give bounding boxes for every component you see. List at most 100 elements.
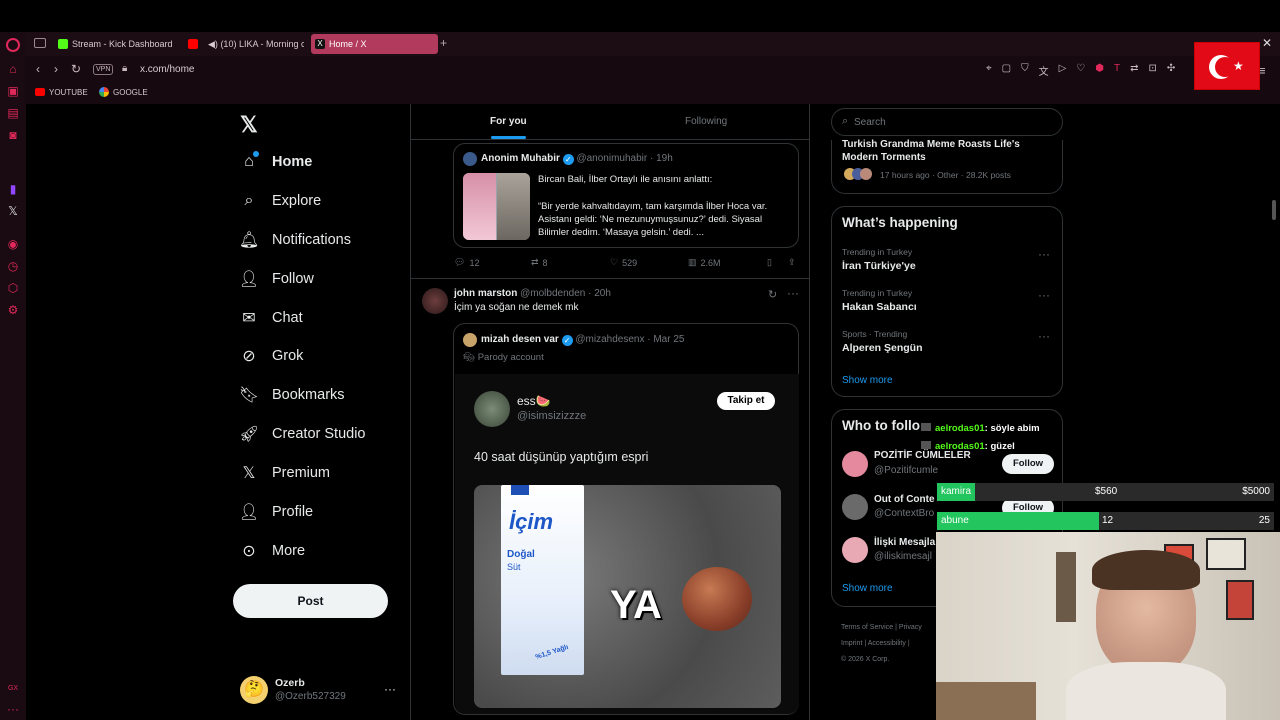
nav-more[interactable]: ⊙ More [238,536,305,566]
avatar[interactable]: 🤔 [240,676,268,704]
nav-bookmarks[interactable]: 🔖︎ Bookmarks [238,380,345,410]
x-sidebar-icon[interactable]: 𝕏 [6,204,20,218]
trend-more-icon[interactable]: ··· [1038,288,1050,302]
back-icon[interactable]: ‹ [36,62,40,76]
forward-icon[interactable]: › [54,62,58,76]
search-box[interactable]: ⌕ Search [831,108,1063,136]
nav-notifications[interactable]: 🔔︎ Notifications [238,225,351,255]
extension-game-icon[interactable]: ⊡ [1149,63,1157,78]
play-icon[interactable]: ▷ [1059,63,1067,78]
suggestion-name[interactable]: Out of Conte [874,494,935,505]
bookmark-youtube[interactable]: YOUTUBE [49,88,88,97]
account-more-icon[interactable]: ··· [384,682,396,696]
settings-icon[interactable]: ⚙ [6,303,20,317]
extensions-icon[interactable]: ⬡ [6,281,20,295]
nav-creator-studio[interactable]: 🚀︎ Creator Studio [238,419,366,449]
suggestion-handle[interactable]: @Pozitifcumle [874,465,938,476]
tab-for-you[interactable]: For you [490,116,527,127]
heart-icon[interactable]: ♡ [1076,63,1085,78]
grok-explain-icon[interactable]: ↻ [768,288,777,301]
trend-item[interactable]: Trending in Turkey İran Türkiye'ye [842,247,1054,272]
history-icon[interactable]: ◷ [6,259,20,273]
quoted-thumbnail[interactable] [463,173,530,240]
bookmark-post-button[interactable]: ▯ [767,257,772,268]
account-handle[interactable]: @Ozerb527329 [275,691,346,702]
extension-t-icon[interactable]: T [1114,63,1120,78]
vpn-badge[interactable]: VPN [93,64,114,75]
tab-following[interactable]: Following [685,116,727,127]
screenshot-icon[interactable]: ▢ [1002,63,1011,78]
post-more-icon[interactable]: ··· [787,286,799,300]
follow-button[interactable]: Follow [1002,454,1054,474]
nav-explore[interactable]: ⌕ Explore [238,186,322,216]
snapshot-icon[interactable]: ⌖ [986,63,992,78]
share-button[interactable]: ⇪ [788,257,796,268]
reload-icon[interactable]: ↻ [71,62,81,76]
translate-icon[interactable]: 文 [1039,63,1049,78]
post2-author-name[interactable]: john marston [454,288,517,299]
search-input[interactable]: Search [854,117,886,128]
sidebar-more-icon[interactable]: ··· [6,702,20,716]
post-button[interactable]: Post [233,584,388,618]
nav-home[interactable]: ⌂ Home [238,147,312,177]
shield-icon[interactable]: ⛉ [1021,63,1029,78]
wallet-icon[interactable]: ▤ [6,106,20,120]
suggestion-avatar[interactable] [842,494,868,520]
suggestion-name[interactable]: İlişki Mesajla [874,537,935,548]
tab-youtube[interactable]: ◀) (10) LIKA - Morning co [184,34,304,54]
pinboard-icon[interactable]: ⌂ [6,62,20,76]
bookmark-google[interactable]: GOOGLE [113,88,148,97]
address-bar-actions: ⌖ ▢ ⛉ 文 ▷ ♡ ⬢ T ⇄ ⊡ ✣ [986,63,1175,78]
account-name[interactable]: Ozerb [275,677,305,689]
extensions-puzzle-icon[interactable]: ✣ [1167,63,1175,78]
terms-link[interactable]: Terms of Service [841,624,893,631]
footer-links: Terms of Service | Privacy Imprint | Acc… [841,624,922,663]
post2-author-handle[interactable]: @molbdenden [520,288,585,299]
trend-item[interactable]: Trending in Turkey Hakan Sabancı [842,288,1054,313]
extension-translate-icon[interactable]: ⇄ [1130,63,1138,78]
imprint-link[interactable]: Imprint [841,640,862,647]
url-field[interactable]: x.com/home [140,64,194,75]
reply-button[interactable]: 💬︎ 12 [454,257,479,268]
suggestion-handle[interactable]: @iliskimesajl [874,551,932,562]
nav-premium[interactable]: 𝕏 Premium [238,458,330,488]
trend-more-icon[interactable]: ··· [1038,329,1050,343]
opera-logo-icon[interactable] [6,38,20,52]
twitch-icon[interactable]: ▮ [6,182,20,196]
nav-grok[interactable]: ⊘ Grok [238,341,303,371]
nav-profile[interactable]: 👤︎ Profile [238,497,313,527]
suggestion-avatar[interactable] [842,451,868,477]
repost-button[interactable]: ⇄ 8 [531,257,548,268]
post2-quote[interactable]: mizah desen var ✓ @mizahdesenx · Mar 25 … [453,323,799,715]
like-button[interactable]: ♡ 529 [610,257,637,268]
quoted-post[interactable]: Anonim Muhabir ✓ @anonimuhabir · 19h Bir… [453,143,799,248]
john-marston-avatar[interactable] [422,288,448,314]
bag-icon[interactable]: ▣ [6,84,20,98]
new-tab-icon[interactable]: + [440,36,447,50]
accessibility-link[interactable]: Accessibility [868,640,906,647]
show-more-link[interactable]: Show more [842,375,893,386]
post2-time[interactable]: · 20h [588,288,611,299]
nav-chat[interactable]: ✉ Chat [238,303,302,333]
nav-follow[interactable]: 👤︎ Follow [238,264,314,294]
tab-x-home[interactable]: X Home / X [311,34,438,54]
tab-kick[interactable]: Stream - Kick Dashboard [54,34,178,54]
views-button[interactable]: ▥ 2.6M [688,257,721,268]
tab-islands-icon[interactable] [34,38,46,48]
privacy-link[interactable]: Privacy [899,624,922,631]
page-scrollbar[interactable] [1272,200,1276,220]
gx-icon[interactable]: GX [6,682,20,696]
suggestion-avatar[interactable] [842,537,868,563]
window-close-icon[interactable]: ✕ [1262,36,1272,50]
top-story-card[interactable]: Turkish Grandma Meme Roasts Life's Moder… [831,138,1063,194]
player-icon[interactable]: ◉ [6,237,20,251]
trend-more-icon[interactable]: ··· [1038,247,1050,261]
adblock-icon[interactable]: ⬢ [1095,63,1104,78]
suggestion-handle[interactable]: @ContextBro [874,508,934,519]
poster-frame [1226,580,1254,620]
messenger-icon[interactable]: ◙ [6,128,20,142]
top-story-title[interactable]: Turkish Grandma Meme Roasts Life's Moder… [842,138,1052,164]
x-logo-icon[interactable]: 𝕏 [240,112,258,138]
trend-item[interactable]: Sports · Trending Alperen Şengün [842,329,1054,354]
show-more-link[interactable]: Show more [842,583,893,594]
